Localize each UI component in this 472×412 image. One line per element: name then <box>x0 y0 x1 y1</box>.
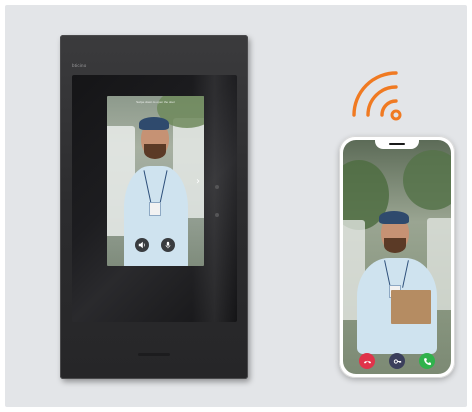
phone-video-scene <box>343 140 451 374</box>
monitor-video-feed[interactable]: Swipe down to open the door › <box>107 96 204 266</box>
visitor-beard <box>144 144 166 159</box>
visitor-cap <box>139 117 169 130</box>
unlock-hint: Swipe down to open the door <box>136 100 175 104</box>
side-indicator <box>215 185 219 189</box>
phone-hangup-icon[interactable] <box>359 353 375 369</box>
visitor-body <box>124 166 188 266</box>
phone-icon[interactable] <box>419 353 435 369</box>
id-badge <box>149 202 161 216</box>
side-indicator <box>215 213 219 217</box>
visitor-cap <box>379 211 409 224</box>
intercom-monitor: bticino Swipe down to open the door › <box>60 35 248 379</box>
chevron-right-icon[interactable]: › <box>196 176 200 187</box>
microphone-icon[interactable] <box>161 238 175 252</box>
earpiece <box>389 143 405 145</box>
visitor-beard <box>384 238 406 253</box>
smartphone <box>339 136 455 378</box>
wifi-icon <box>352 71 402 121</box>
key-icon[interactable] <box>389 353 405 369</box>
phone-video-feed[interactable] <box>343 140 451 374</box>
video-scene <box>107 96 204 266</box>
parcel-box <box>391 290 431 324</box>
speaker-grille <box>138 353 170 356</box>
background-tree <box>403 150 451 210</box>
brand-label: bticino <box>72 63 87 68</box>
speaker-icon[interactable] <box>135 238 149 252</box>
phone-notch <box>375 140 419 149</box>
